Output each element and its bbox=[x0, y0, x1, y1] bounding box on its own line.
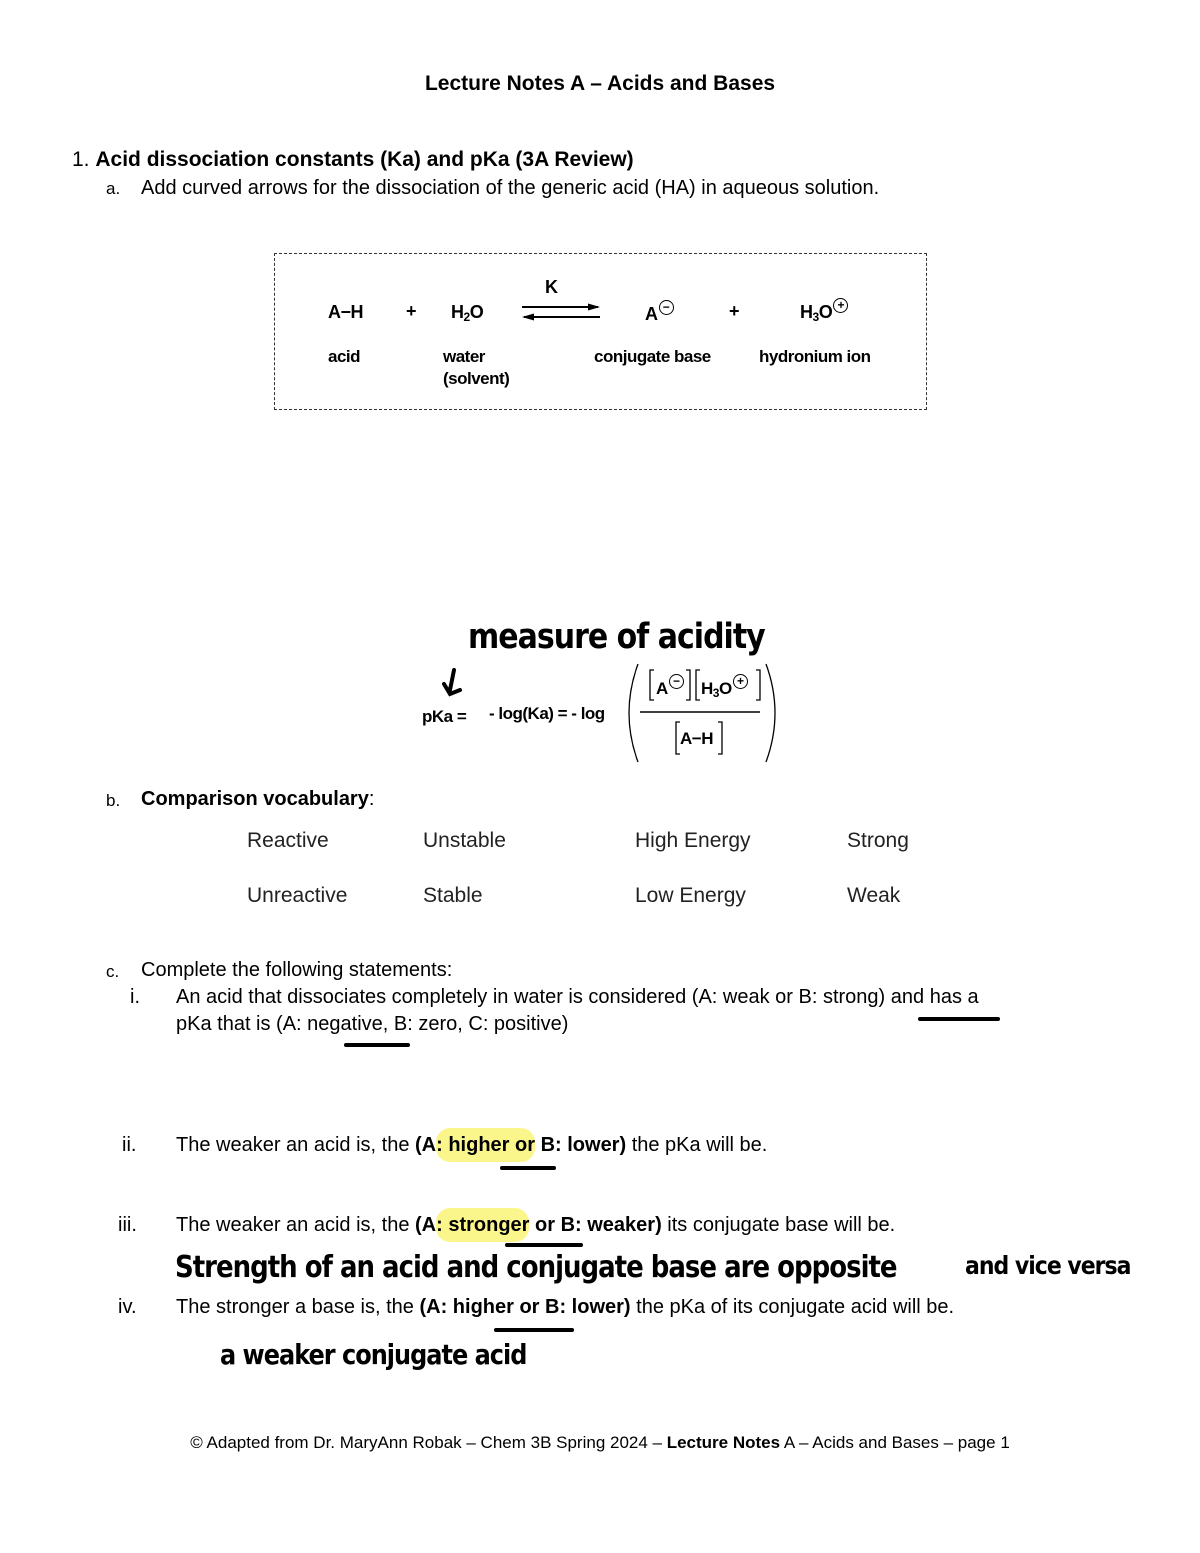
statement-i-line1: An acid that dissociates completely in w… bbox=[176, 986, 979, 1008]
label-solvent: (solvent) bbox=[443, 369, 510, 388]
item-c-marker: c. bbox=[106, 962, 120, 981]
statement-ii-text: The weaker an acid is, the (A: higher or… bbox=[176, 1128, 767, 1162]
label-water: water bbox=[443, 347, 485, 366]
plus-sign: + bbox=[406, 301, 417, 321]
vocab-word: Stable bbox=[423, 884, 483, 907]
pka-label: pKa = bbox=[422, 707, 467, 726]
statement-marker: iv. bbox=[118, 1296, 137, 1318]
handwritten-underline-higher bbox=[500, 1166, 556, 1170]
highlight: : stronger bbox=[436, 1208, 530, 1242]
vocab-word: Low Energy bbox=[635, 884, 746, 907]
section-heading: 1. Acid dissociation constants (Ka) and … bbox=[72, 148, 634, 172]
vocab-word: High Energy bbox=[635, 829, 751, 852]
handwritten-underline-strong bbox=[918, 1017, 1000, 1021]
numerator-hydronium: H3O + bbox=[701, 667, 748, 700]
handwritten-note-weaker-conjugate-acid: a weaker conjugate acid bbox=[220, 1338, 527, 1371]
statement-iii-text: The weaker an acid is, the (A: stronger … bbox=[176, 1208, 895, 1242]
positive-charge-icon: + bbox=[732, 674, 748, 689]
item-b-heading: Comparison vocabulary: bbox=[141, 788, 375, 810]
handwritten-underline-negative bbox=[344, 1043, 410, 1047]
equilibrium-constant-label: K bbox=[545, 277, 558, 297]
statement-marker: iii. bbox=[118, 1214, 137, 1236]
statement-iv-text: The stronger a base is, the (A: higher o… bbox=[176, 1296, 955, 1318]
statement-marker: ii. bbox=[122, 1134, 137, 1156]
handwritten-underline-higher bbox=[494, 1328, 574, 1332]
negative-charge-icon: − bbox=[668, 674, 684, 689]
item-b-marker: b. bbox=[106, 791, 121, 810]
section-title: Acid dissociation constants (Ka) and pKa… bbox=[95, 148, 634, 171]
label-acid: acid bbox=[328, 347, 361, 366]
highlight: : higher or bbox=[436, 1128, 536, 1162]
handwritten-arrow-icon bbox=[442, 668, 462, 697]
page-title: Lecture Notes A – Acids and Bases bbox=[424, 72, 776, 95]
vocab-word: Reactive bbox=[247, 829, 329, 852]
reaction-box bbox=[274, 253, 927, 410]
denominator-acid: A−H bbox=[680, 729, 713, 748]
statement-marker: i. bbox=[130, 986, 140, 1008]
item-c-text: Complete the following statements: bbox=[141, 959, 453, 981]
label-hydronium: hydronium ion bbox=[759, 347, 871, 366]
reactant-water: H2O bbox=[451, 302, 484, 324]
equilibrium-arrow-icon bbox=[522, 303, 600, 321]
handwritten-note-opposite: Strength of an acid and conjugate base a… bbox=[175, 1250, 898, 1286]
item-a-marker: a. bbox=[106, 179, 121, 198]
item-a-text: Add curved arrows for the dissociation o… bbox=[141, 177, 880, 199]
numerator-conjugate-base: A − bbox=[656, 667, 684, 699]
handwritten-note-measure-of-acidity: measure of acidity bbox=[468, 616, 766, 657]
plus-sign: + bbox=[729, 301, 740, 321]
label-conjugate-base: conjugate base bbox=[594, 347, 711, 366]
product-hydronium: H3O + bbox=[800, 290, 849, 324]
product-conjugate-base: A − bbox=[645, 292, 674, 325]
section-number: 1. bbox=[72, 148, 90, 171]
vocab-word: Strong bbox=[847, 829, 909, 852]
handwritten-underline-stronger bbox=[505, 1243, 583, 1247]
positive-charge-icon: + bbox=[833, 298, 849, 313]
negative-charge-icon: − bbox=[658, 300, 674, 315]
log-expression: - log(Ka) = - log bbox=[489, 704, 605, 723]
vocab-word: Unreactive bbox=[247, 884, 348, 907]
vocab-word: Weak bbox=[847, 884, 901, 907]
vocab-word: Unstable bbox=[423, 829, 506, 852]
reactant-acid: A−H bbox=[328, 302, 364, 322]
handwritten-note-vice-versa: and vice versa bbox=[965, 1252, 1131, 1281]
page-footer: © Adapted from Dr. MaryAnn Robak – Chem … bbox=[190, 1433, 1010, 1452]
statement-i-line2: pKa that is (A: negative, B: zero, C: po… bbox=[176, 1013, 569, 1035]
